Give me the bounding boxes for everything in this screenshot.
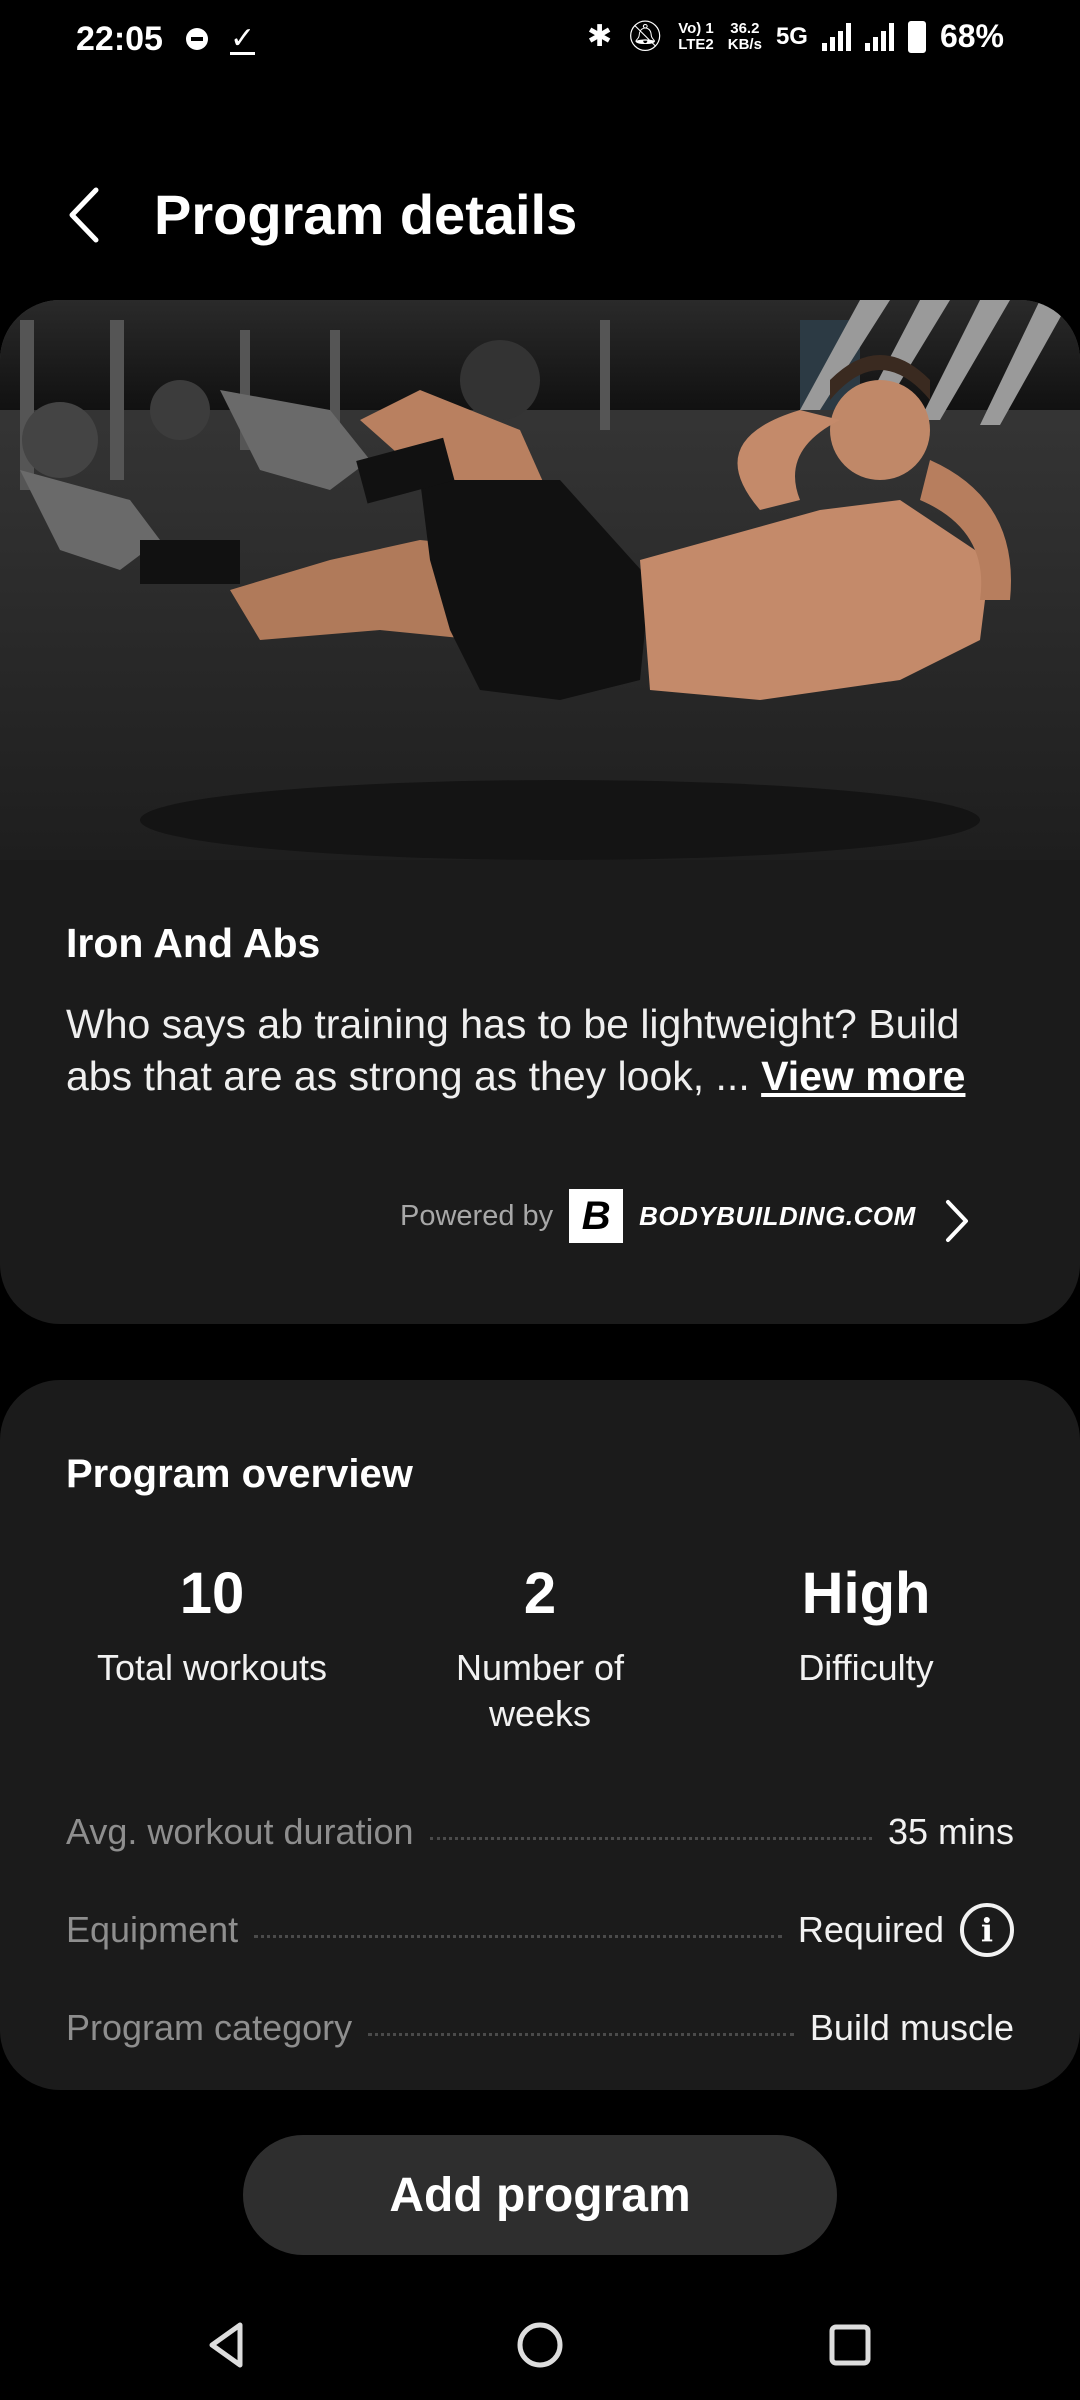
battery-percent: 68% bbox=[939, 18, 1004, 54]
provider-name: BODYBUILDING.COM bbox=[639, 1200, 916, 1231]
stat-number-of-weeks: 2 Number of weeks bbox=[380, 1560, 700, 1737]
detail-value: 35 mins bbox=[887, 1811, 1014, 1852]
signal-icon bbox=[821, 22, 851, 51]
nav-recents-icon[interactable] bbox=[820, 2315, 880, 2375]
bodybuilding-logo-icon: B bbox=[569, 1189, 624, 1243]
system-nav-bar bbox=[0, 2290, 1080, 2400]
volte-indicator: Vo) 1 LTE2 bbox=[678, 19, 714, 53]
back-button[interactable] bbox=[60, 182, 110, 248]
stat-value: 2 bbox=[523, 1561, 557, 1626]
page-title: Program details bbox=[154, 183, 578, 246]
detail-row-duration: Avg. workout duration 35 mins bbox=[66, 1804, 1014, 1860]
battery-icon bbox=[907, 20, 926, 53]
info-icon[interactable]: i bbox=[960, 1903, 1014, 1957]
dotted-divider bbox=[429, 1836, 872, 1840]
detail-row-equipment: Equipment Required i bbox=[66, 1902, 1014, 1958]
stat-value: High bbox=[801, 1561, 931, 1626]
mute-icon: 🔕︎ bbox=[626, 20, 665, 53]
network-type: 5G bbox=[775, 22, 808, 50]
powered-by-row[interactable]: Powered by B BODYBUILDING.COM bbox=[400, 1188, 916, 1244]
stat-label: Difficulty bbox=[798, 1647, 934, 1688]
app-header: Program details bbox=[0, 170, 1080, 260]
chevron-left-icon bbox=[69, 187, 99, 243]
status-time: 22:05 bbox=[76, 20, 163, 58]
stat-total-workouts: 10 Total workouts bbox=[52, 1560, 372, 1691]
detail-value: Build muscle bbox=[809, 2007, 1014, 2048]
notification-dot-icon bbox=[186, 27, 208, 50]
nav-home-icon[interactable] bbox=[510, 2315, 570, 2375]
stat-value: 10 bbox=[179, 1561, 245, 1626]
program-description: Who says ab training has to be lightweig… bbox=[66, 998, 1026, 1102]
nav-back-icon[interactable] bbox=[196, 2315, 256, 2375]
detail-label: Equipment bbox=[66, 1909, 239, 1950]
detail-value: Required bbox=[797, 1909, 944, 1950]
bluetooth-icon: ✱ bbox=[586, 20, 613, 53]
detail-label: Avg. workout duration bbox=[66, 1811, 414, 1852]
program-hero-card: Iron And Abs Who says ab training has to… bbox=[0, 300, 1080, 1324]
stat-label: Total workouts bbox=[96, 1647, 328, 1688]
check-icon: ✓ bbox=[230, 22, 256, 55]
detail-row-category: Program category Build muscle bbox=[66, 2000, 1014, 2056]
overview-title: Program overview bbox=[66, 1452, 413, 1496]
dotted-divider bbox=[368, 2032, 794, 2036]
chevron-right-icon[interactable] bbox=[942, 1196, 972, 1246]
dotted-divider bbox=[254, 1934, 782, 1938]
stat-label: Number of weeks bbox=[455, 1647, 625, 1734]
signal-icon-2 bbox=[864, 22, 894, 51]
powered-by-label: Powered by bbox=[400, 1199, 554, 1232]
status-bar: 22:05 ✓ ✱ 🔕︎ Vo) 1 LTE2 36.2 KB/s 5G 68% bbox=[0, 0, 1080, 82]
program-overview-card: Program overview 10 Total workouts 2 Num… bbox=[0, 1380, 1080, 2090]
add-program-button[interactable]: Add program bbox=[243, 2135, 837, 2255]
view-more-link[interactable]: View more bbox=[761, 1053, 965, 1099]
detail-label: Program category bbox=[66, 2007, 353, 2048]
program-name: Iron And Abs bbox=[66, 920, 321, 966]
stat-difficulty: High Difficulty bbox=[706, 1560, 1026, 1691]
program-image bbox=[0, 300, 1080, 860]
network-speed: 36.2 KB/s bbox=[727, 19, 762, 53]
